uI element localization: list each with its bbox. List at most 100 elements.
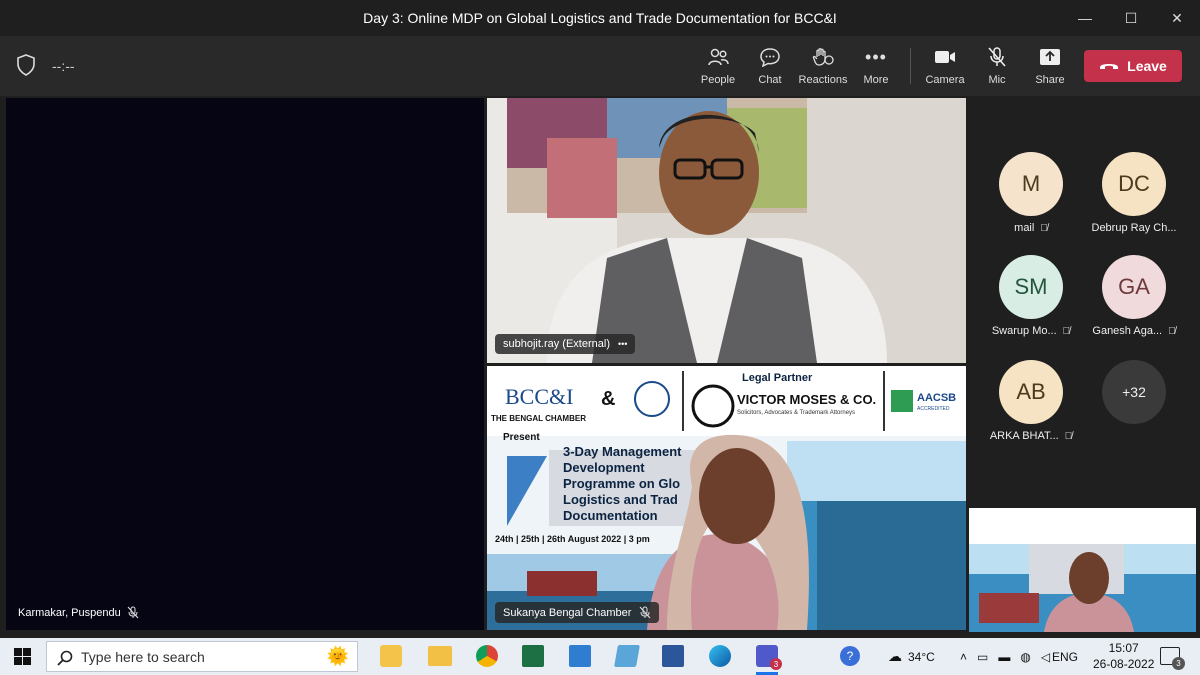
leave-button[interactable]: Leave: [1084, 50, 1182, 82]
share-icon: [1039, 46, 1061, 68]
volume-icon[interactable]: ◁: [1041, 650, 1050, 664]
more-label: More: [863, 74, 889, 86]
avatar: M: [999, 152, 1063, 216]
help-icon[interactable]: ?: [840, 646, 860, 666]
people-label: People: [700, 74, 736, 86]
participant-roster: M mail 🎙̸ DC Debrup Ray Ch... SM Swarup M…: [975, 96, 1200, 456]
mic-off-icon: 🎙̸: [1040, 222, 1048, 234]
roster-participant[interactable]: M mail 🎙̸: [981, 152, 1081, 248]
meeting-stage: Karmakar, Puspendu subhojit.ray (Externa…: [0, 96, 1200, 636]
weather-icon: ☁: [888, 648, 902, 664]
mic-off-icon: [640, 606, 651, 619]
search-placeholder: Type here to search: [81, 648, 205, 665]
headline-line: Logistics and Trad: [563, 492, 678, 507]
roster-participant[interactable]: AB ARKA BHAT... 🎙̸: [981, 360, 1081, 456]
slide-dates: 24th | 25th | 26th August 2022 | 3 pm: [495, 534, 650, 544]
sticky-notes-icon[interactable]: [380, 645, 402, 667]
weather-widget[interactable]: ☁ 34°C: [888, 638, 935, 675]
chat-button[interactable]: Chat: [744, 44, 796, 90]
excel-icon[interactable]: [522, 645, 544, 667]
roster-name: mail: [1014, 222, 1035, 234]
minimize-button[interactable]: —: [1062, 0, 1108, 36]
video-tile-sukanya[interactable]: BCC&I THE BENGAL CHAMBER & Legal Partner…: [487, 366, 966, 630]
participant-name: Karmakar, Puspendu: [18, 606, 121, 619]
avatar: DC: [1102, 152, 1166, 216]
search-highlight-icon: 🌞: [326, 646, 349, 666]
legal-partner-label: Legal Partner: [742, 372, 813, 384]
camera-icon: [934, 46, 956, 68]
bcc-logo: BCC&I: [505, 384, 574, 409]
clock-date: 26-08-2022: [1093, 657, 1155, 671]
roster-participant[interactable]: SM Swarup Mo... 🎙̸: [981, 255, 1081, 351]
teams-icon[interactable]: 3: [756, 645, 782, 670]
share-label: Share: [1035, 74, 1065, 86]
teams-badge: 3: [770, 658, 782, 670]
name-tag: Karmakar, Puspendu: [18, 606, 139, 619]
roster-participant[interactable]: DC Debrup Ray Ch...: [1084, 152, 1184, 248]
mic-button[interactable]: Mic: [971, 44, 1023, 90]
reactions-button[interactable]: Reactions: [797, 44, 849, 90]
mic-label: Mic: [988, 74, 1006, 86]
people-button[interactable]: People: [692, 44, 744, 90]
notification-icon[interactable]: 3: [1160, 647, 1185, 670]
firm-name: VICTOR MOSES & CO.: [737, 392, 877, 407]
battery-icon[interactable]: ▬: [998, 650, 1010, 664]
windows-taskbar: Type here to search 🌞 3 ? ☁ 34°C ˄ ▭ ▬ ◍…: [0, 638, 1200, 675]
share-button[interactable]: Share: [1024, 44, 1076, 90]
taskbar-search[interactable]: Type here to search 🌞: [46, 641, 358, 672]
aacsb-subtitle: ACCREDITED: [917, 406, 950, 412]
present-label: Present: [503, 432, 540, 443]
phone-hangup-icon: [1100, 64, 1119, 69]
window-controls: — ☐ ✕: [1062, 0, 1200, 36]
more-button[interactable]: ••• More: [850, 44, 902, 90]
network-icon[interactable]: ◍: [1020, 650, 1030, 664]
word-icon[interactable]: [662, 645, 684, 667]
windows-start-icon[interactable]: [14, 648, 31, 670]
system-tray: ˄ ▭ ▬ ◍ ◁: [960, 638, 1050, 675]
leave-label: Leave: [1127, 58, 1167, 74]
meeting-timer: --:--: [52, 58, 75, 74]
video-tile-puspendu[interactable]: Karmakar, Puspendu: [6, 98, 484, 630]
people-icon: [707, 46, 729, 68]
avatar: GA: [1102, 255, 1166, 319]
clock[interactable]: 15:07 26-08-2022: [1093, 640, 1154, 672]
chat-icon: [759, 46, 781, 68]
maximize-button[interactable]: ☐: [1108, 0, 1154, 36]
participant-more-button[interactable]: •••: [618, 339, 627, 349]
raise-hand-icon: [812, 46, 834, 68]
file-explorer-icon[interactable]: [428, 646, 452, 666]
more-participants-count: +32: [1102, 360, 1166, 424]
photos-icon[interactable]: [569, 645, 591, 667]
chevron-up-icon[interactable]: ˄: [960, 650, 967, 664]
notification-count: 3: [1172, 657, 1185, 670]
title-bar: Day 3: Online MDP on Global Logistics an…: [0, 0, 1200, 36]
more-participants-button[interactable]: +32: [1084, 360, 1184, 456]
mic-off-icon: 🎙̸: [1168, 325, 1176, 337]
search-icon: [57, 650, 73, 666]
shield-icon[interactable]: [16, 54, 36, 76]
meet-now-icon[interactable]: ▭: [977, 650, 988, 664]
roster-name: Debrup Ray Ch...: [1091, 222, 1177, 234]
language-indicator[interactable]: ENG: [1052, 638, 1078, 675]
video-tile-subhojit[interactable]: subhojit.ray (External) •••: [487, 98, 966, 363]
close-button[interactable]: ✕: [1154, 0, 1200, 36]
weather-temp: 34°C: [908, 649, 935, 664]
window-title: Day 3: Online MDP on Global Logistics an…: [363, 10, 837, 26]
roster-name: ARKA BHAT...: [989, 430, 1059, 442]
slide-headline: 3-Day Management Development Programme o…: [563, 444, 681, 524]
chrome-icon[interactable]: [476, 645, 498, 667]
camera-label: Camera: [925, 74, 965, 86]
headline-line: Documentation: [563, 508, 658, 523]
roster-participant[interactable]: GA Ganesh Aga... 🎙̸: [1084, 255, 1184, 351]
self-view-video: [969, 508, 1196, 632]
camera-button[interactable]: Camera: [919, 44, 971, 90]
more-icon: •••: [865, 46, 887, 67]
ampersand: &: [601, 388, 616, 410]
roster-name: Swarup Mo...: [991, 325, 1057, 337]
paint-icon[interactable]: [614, 645, 640, 667]
toolbar-divider: [910, 48, 911, 84]
edge-icon[interactable]: [709, 645, 731, 667]
self-view[interactable]: [969, 508, 1196, 632]
name-tag: subhojit.ray (External) •••: [495, 334, 636, 354]
aacsb-logo: AACSB: [917, 392, 957, 404]
